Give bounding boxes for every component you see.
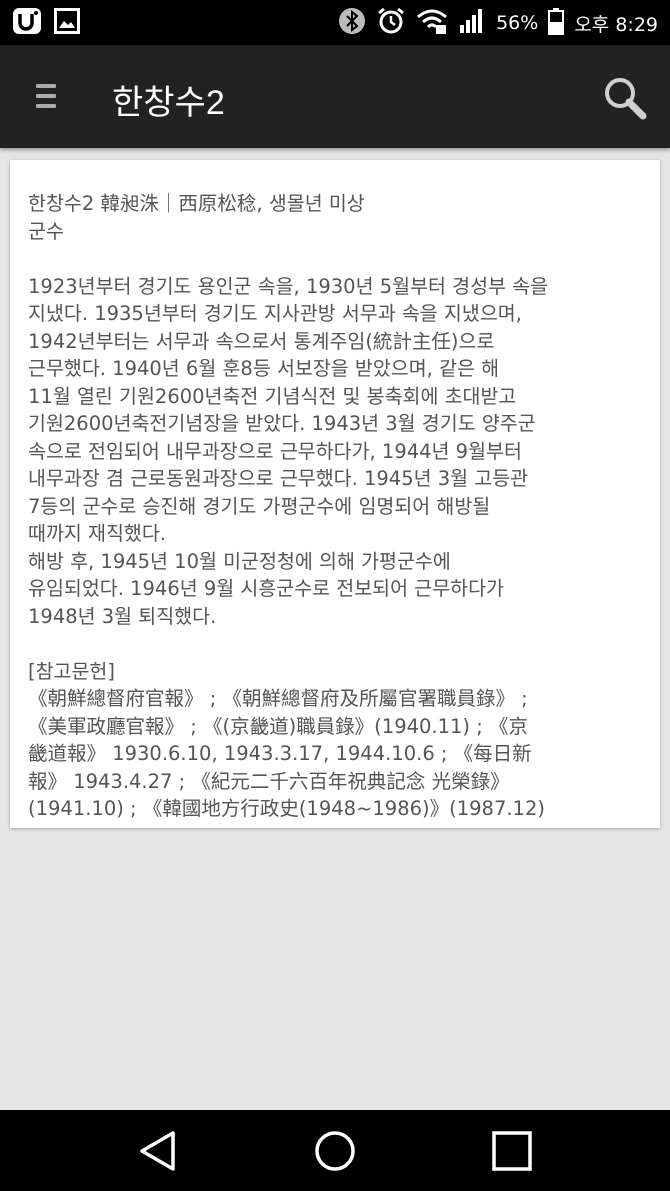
battery-percent: 56% bbox=[496, 12, 539, 34]
article-body: 1923년부터 경기도 용인군 속을, 1930년 5월부터 경성부 속을 지냈… bbox=[28, 273, 638, 631]
body-line: 해방 후, 1945년 10월 미군정청에 의해 가평군수에 bbox=[28, 549, 451, 573]
body-line: 7등의 군수로 승진해 경기도 가평군수에 임명되어 해방될 bbox=[28, 494, 491, 518]
reference-line: 《朝鮮總督府官報》 ; 《朝鮮總督府及所屬官署職員錄》 ; bbox=[28, 687, 528, 710]
carrier-u-icon bbox=[12, 7, 42, 39]
body-line: 내무과장 겸 근로동원과장으로 근무했다. 1945년 3월 고등관 bbox=[28, 467, 529, 490]
alarm-icon bbox=[376, 6, 406, 40]
reference-line: 報》 1943.4.27 ; 《紀元二千六百年祝典記念 光榮錄》 bbox=[28, 769, 510, 793]
search-button[interactable] bbox=[602, 75, 650, 121]
body-line: 1942년부터는 서무과 속으로서 통계주임(統計主任)으로 bbox=[28, 329, 495, 353]
back-button[interactable] bbox=[135, 1128, 181, 1174]
menu-button[interactable] bbox=[26, 78, 66, 114]
status-bar: 56% 오후 8:29 bbox=[0, 0, 670, 45]
body-line: 1948년 3월 퇴직했다. bbox=[28, 604, 217, 628]
content-area: 한창수2 韓昶洙｜西原松稔, 생몰년 미상 군수 1923년부터 경기도 용인군… bbox=[0, 148, 670, 1110]
signal-icon bbox=[458, 7, 486, 39]
body-line: 지냈다. 1935년부터 경기도 지사관방 서무과 속을 지냈으며, bbox=[28, 302, 522, 325]
body-line: 11월 열린 기원2600년축전 기념식전 및 봉축회에 초대받고 bbox=[28, 384, 517, 408]
body-line: 근무했다. 1940년 6월 훈8등 서보장을 받았으며, 같은 해 bbox=[28, 357, 500, 380]
search-icon bbox=[605, 78, 647, 120]
app-bar: 한창수2 bbox=[0, 45, 670, 148]
recents-button[interactable] bbox=[489, 1128, 535, 1174]
article-text: 한창수2 韓昶洙｜西原松稔, 생몰년 미상 군수 1923년부터 경기도 용인군… bbox=[28, 190, 638, 823]
battery-icon bbox=[548, 7, 565, 39]
references-title: [참고문헌] bbox=[28, 659, 115, 683]
body-line: 기원2600년축전기념장을 받았다. 1943년 3월 경기도 양주군 bbox=[28, 412, 536, 435]
wifi-icon bbox=[416, 7, 448, 39]
gallery-icon bbox=[54, 8, 80, 38]
article-position: 군수 bbox=[28, 219, 64, 243]
reference-line: (1941.10) ; 《韓國地方行政史(1948~1986)》(1987.12… bbox=[28, 797, 545, 820]
home-circle-icon bbox=[315, 1131, 355, 1171]
page-title: 한창수2 bbox=[112, 84, 225, 122]
navigation-bar bbox=[0, 1110, 670, 1191]
reference-line: 《美軍政廳官報》 ; 《(京畿道)職員錄》(1940.11) ; 《京 bbox=[28, 714, 529, 738]
body-line: 유임되었다. 1946년 9월 시흥군수로 전보되어 근무하다가 bbox=[28, 577, 504, 600]
article-card: 한창수2 韓昶洙｜西原松稔, 생몰년 미상 군수 1923년부터 경기도 용인군… bbox=[10, 160, 660, 828]
body-line: 때까지 재직했다. bbox=[28, 522, 166, 545]
article-header: 한창수2 韓昶洙｜西原松稔, 생몰년 미상 bbox=[28, 192, 365, 215]
reference-line: 畿道報》 1930.6.10, 1943.3.17, 1944.10.6 ; 《… bbox=[28, 742, 532, 765]
home-button[interactable] bbox=[312, 1128, 358, 1174]
status-left-icons bbox=[12, 8, 80, 38]
body-line: 속으로 전임되어 내무과장으로 근무하다가, 1944년 9월부터 bbox=[28, 439, 522, 463]
back-triangle-icon bbox=[140, 1131, 175, 1171]
bluetooth-icon bbox=[338, 7, 366, 39]
clock-time: 오후 8:29 bbox=[574, 13, 658, 36]
body-line: 1923년부터 경기도 용인군 속을, 1930년 5월부터 경성부 속을 bbox=[28, 274, 549, 298]
references-list: 《朝鮮總督府官報》 ; 《朝鮮總督府及所屬官署職員錄》 ; 《美軍政廳官報》 ;… bbox=[28, 685, 638, 823]
recents-square-icon bbox=[492, 1131, 532, 1171]
status-right-icons: 56% 오후 8:29 bbox=[338, 6, 658, 40]
